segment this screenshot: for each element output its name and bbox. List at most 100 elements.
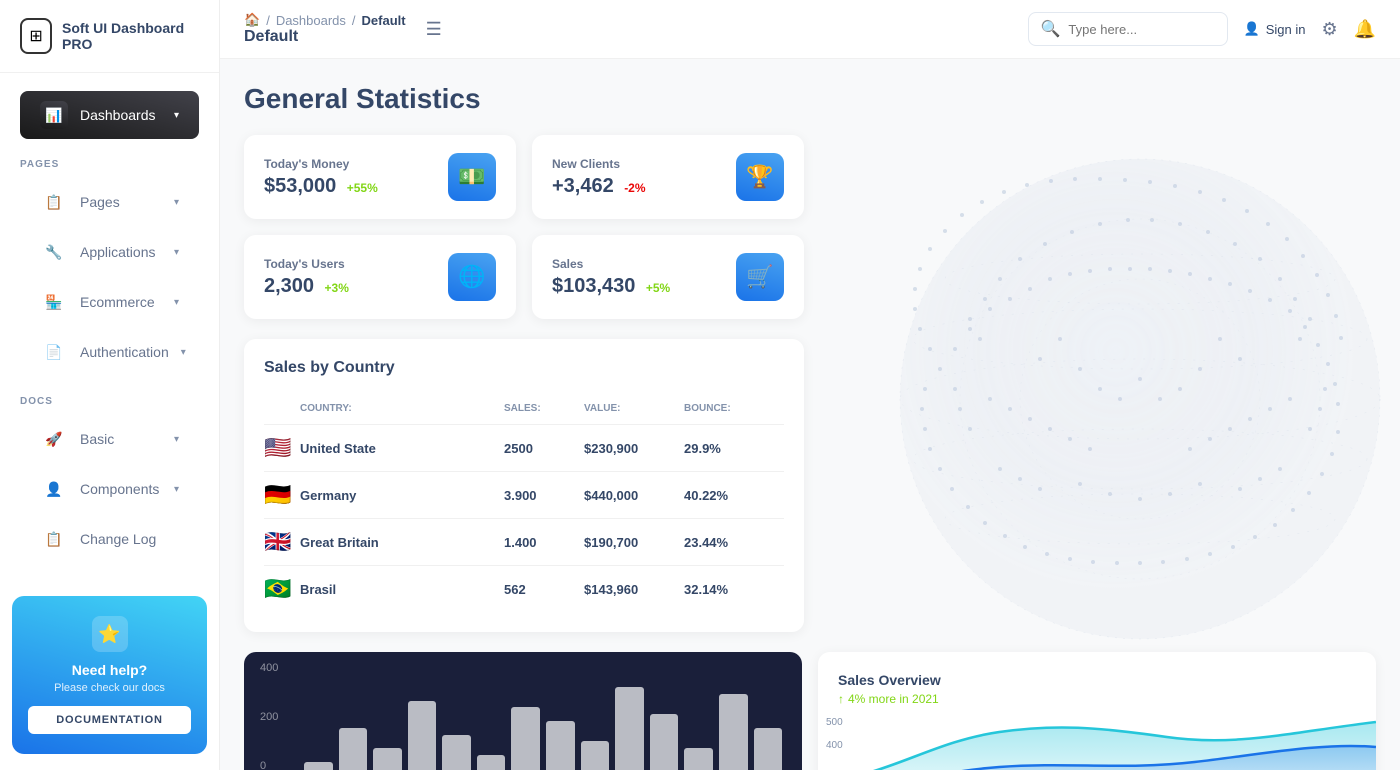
overview-subtitle: ↑ 4% more in 2021 (838, 692, 1356, 706)
bar-chart-card: 400 200 0 (244, 652, 802, 770)
sidebar-item-applications[interactable]: 🔧 Applications ▾ (20, 228, 199, 276)
topbar: 🏠 / Dashboards / Default Default ☰ 🔍 👤 S… (220, 0, 1400, 59)
chevron-icon: ▾ (181, 347, 186, 358)
sales-us: 2500 (504, 441, 584, 456)
app-logo: ⊞ Soft UI Dashboard PRO (0, 0, 219, 73)
breadcrumb-dashboards[interactable]: Dashboards (276, 13, 346, 28)
documentation-button[interactable]: DOCUMENTATION (28, 706, 191, 734)
help-title: Need help? (28, 662, 191, 678)
y-label-200: 200 (260, 711, 278, 723)
signin-button[interactable]: 👤 Sign in (1244, 21, 1306, 37)
stat-value-users: 2,300 (264, 275, 314, 297)
flag-de: 🇩🇪 (264, 482, 300, 508)
value-br: $143,960 (584, 582, 684, 597)
stat-icon-clients: 🏆 (736, 153, 784, 201)
page-breadcrumb-title: Default (244, 28, 406, 46)
logo-icon: ⊞ (20, 18, 52, 54)
hamburger-button[interactable]: ☰ (418, 15, 450, 44)
col-sales-header: Sales: (504, 403, 584, 414)
app-name: Soft UI Dashboard PRO (62, 20, 199, 52)
col-bounce-header: Bounce: (684, 403, 784, 414)
globe-decoration (840, 119, 1400, 679)
stat-change-users: +3% (325, 281, 349, 295)
sidebar-item-label: Authentication (80, 344, 169, 360)
sidebar-item-basic[interactable]: 🚀 Basic ▾ (20, 415, 199, 463)
sales-overview-card: Sales Overview ↑ 4% more in 2021 (818, 652, 1376, 770)
chart-y-labels: 400 200 0 (260, 662, 278, 770)
stat-info-money: Today's Money $53,000 +55% (264, 157, 378, 198)
sidebar-item-label: Pages (80, 194, 120, 210)
chart-bar (754, 728, 783, 770)
bottom-charts-row: 400 200 0 Sales Overview ↑ 4% more in 20… (244, 652, 1376, 770)
page-title: General Statistics (244, 83, 1376, 115)
table-row: 🇬🇧 Great Britain 1.400 $190,700 23.44% (264, 519, 784, 566)
chevron-icon: ▾ (174, 484, 179, 495)
sales-de: 3.900 (504, 488, 584, 503)
stat-card-users: Today's Users 2,300 +3% 🌐 (244, 235, 516, 319)
stat-change-money: +55% (347, 181, 378, 195)
sidebar-item-ecommerce[interactable]: 🏪 Ecommerce ▾ (20, 278, 199, 326)
sidebar-item-authentication[interactable]: 📄 Authentication ▾ (20, 328, 199, 376)
stat-info-clients: New Clients +3,462 -2% (552, 157, 646, 198)
basic-icon: 🚀 (40, 425, 68, 453)
chart-bar (477, 755, 506, 770)
arrow-up-icon: ↑ (838, 692, 844, 706)
chart-bar (650, 714, 679, 770)
line-chart: 500 400 (818, 712, 1376, 770)
flag-us: 🇺🇸 (264, 435, 300, 461)
country-table-header: Country: Sales: Value: Bounce: (264, 393, 784, 425)
table-row: 🇧🇷 Brasil 562 $143,960 32.14% (264, 566, 784, 612)
stat-label-sales: Sales (552, 257, 670, 271)
chevron-icon: ▾ (174, 247, 179, 258)
topbar-right: 🔍 👤 Sign in ⚙ 🔔 (1028, 12, 1377, 46)
chart-bar (581, 741, 610, 770)
chevron-icon: ▾ (174, 110, 179, 121)
value-de: $440,000 (584, 488, 684, 503)
search-input[interactable] (1068, 22, 1214, 37)
sidebar-item-changelog[interactable]: 📋 Change Log (20, 515, 199, 563)
chart-bar (408, 701, 437, 770)
stat-label-money: Today's Money (264, 157, 378, 171)
overview-title: Sales Overview (838, 672, 1356, 688)
applications-icon: 🔧 (40, 238, 68, 266)
stat-change-sales: +5% (646, 281, 670, 295)
pages-icon: 📋 (40, 188, 68, 216)
overview-sub-text: 4% more in 2021 (848, 692, 939, 706)
sales-by-country-card: Sales by Country Country: Sales: Value: … (244, 339, 804, 632)
col-country-header: Country: (300, 403, 504, 414)
stat-value-clients: +3,462 (552, 175, 614, 197)
sidebar-item-label: Ecommerce (80, 294, 155, 310)
bounce-br: 32.14% (684, 582, 784, 597)
stat-value-sales: $103,430 (552, 275, 635, 297)
chart-bar (373, 748, 402, 770)
breadcrumb: 🏠 / Dashboards / Default (244, 12, 406, 28)
sidebar-item-components[interactable]: 👤 Components ▾ (20, 465, 199, 513)
table-row: 🇩🇪 Germany 3.900 $440,000 40.22% (264, 472, 784, 519)
stat-info-sales: Sales $103,430 +5% (552, 257, 670, 298)
bounce-de: 40.22% (684, 488, 784, 503)
breadcrumb-separator: / (266, 13, 270, 28)
breadcrumb-separator2: / (352, 13, 356, 28)
chart-bar (511, 707, 540, 770)
chart-bar (615, 687, 644, 770)
sidebar-item-label: Dashboards (80, 107, 156, 123)
user-icon: 👤 (1244, 21, 1260, 37)
search-box[interactable]: 🔍 (1028, 12, 1228, 46)
stat-icon-money: 💵 (448, 153, 496, 201)
components-icon: 👤 (40, 475, 68, 503)
stat-icon-users: 🌐 (448, 253, 496, 301)
breadcrumb-current: Default (362, 13, 406, 28)
stat-card-clients: New Clients +3,462 -2% 🏆 (532, 135, 804, 219)
sidebar-item-pages[interactable]: 📋 Pages ▾ (20, 178, 199, 226)
chevron-icon: ▾ (174, 197, 179, 208)
content-area: General Statistics Today's Money $53,000… (220, 59, 1400, 770)
stat-label-users: Today's Users (264, 257, 349, 271)
help-subtitle: Please check our docs (28, 682, 191, 694)
sales-country-title: Sales by Country (264, 359, 784, 377)
sidebar-item-dashboards[interactable]: 📊 Dashboards ▾ (20, 91, 199, 139)
bell-icon[interactable]: 🔔 (1354, 19, 1376, 40)
ecommerce-icon: 🏪 (40, 288, 68, 316)
settings-icon[interactable]: ⚙ (1321, 19, 1337, 40)
stat-icon-sales: 🛒 (736, 253, 784, 301)
bounce-gb: 23.44% (684, 535, 784, 550)
